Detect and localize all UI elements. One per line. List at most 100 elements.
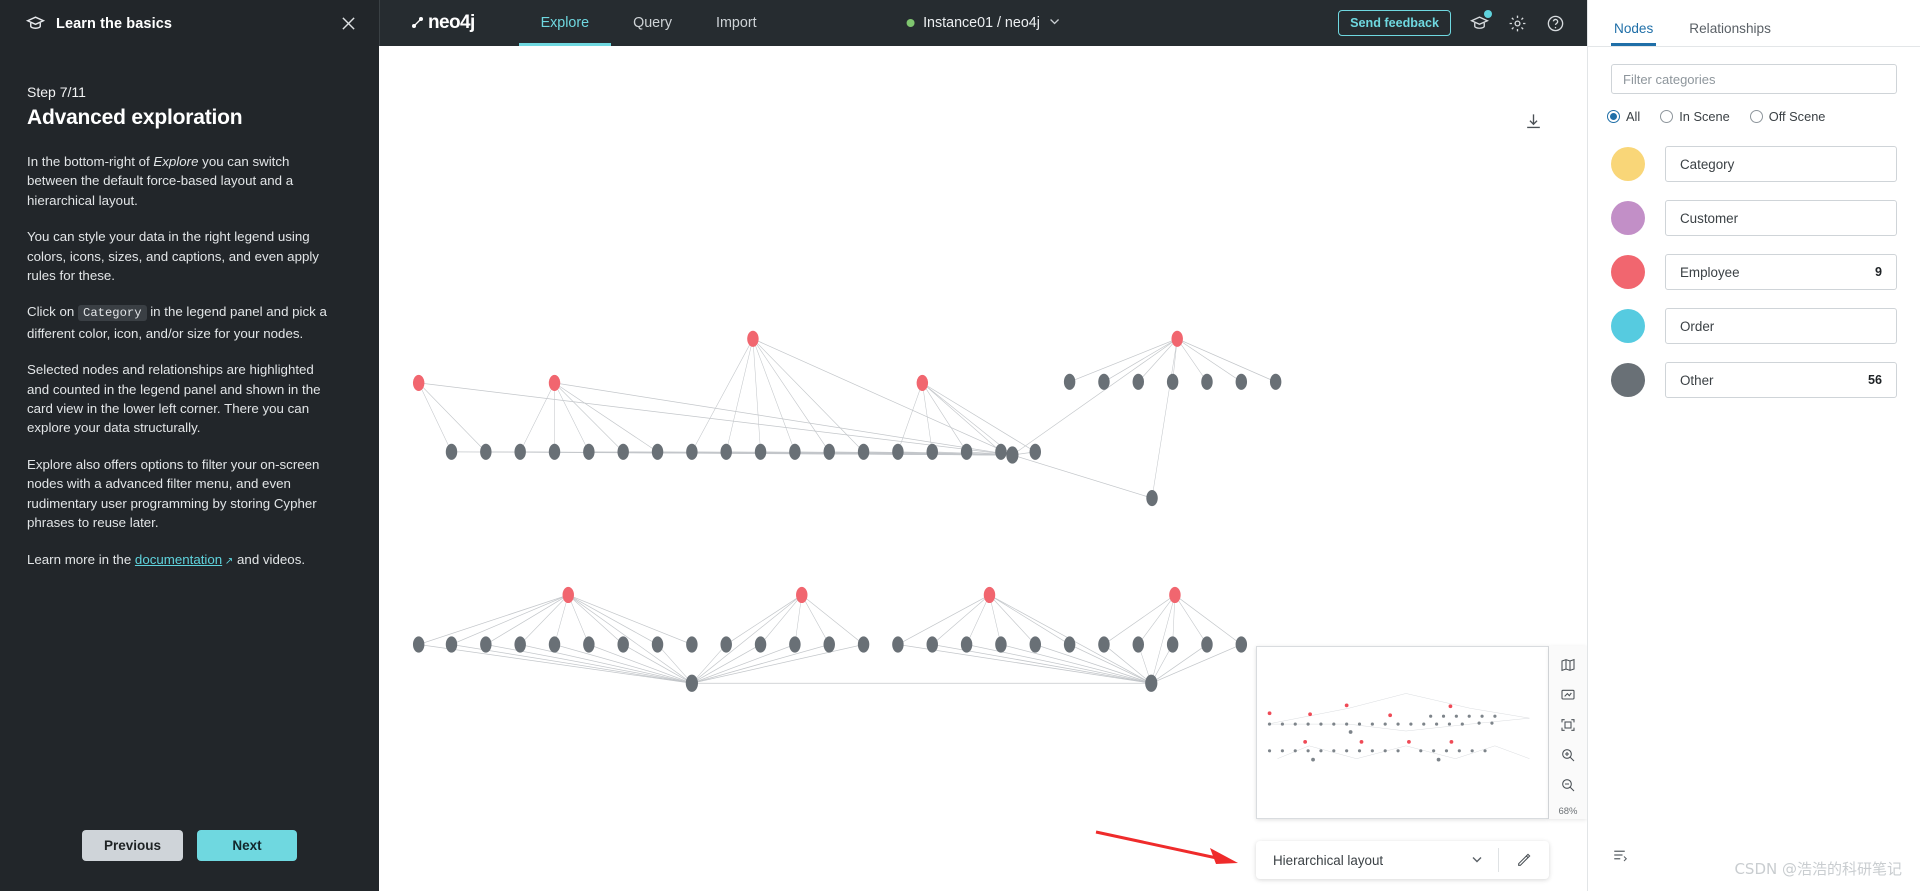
radio-option-in-scene[interactable]: In Scene — [1660, 109, 1730, 124]
guide-body: Step 7/11 Advanced exploration In the bo… — [0, 47, 379, 571]
filter-categories-input[interactable] — [1611, 64, 1897, 94]
list-item: Category — [1588, 146, 1920, 182]
next-button[interactable]: Next — [197, 829, 298, 861]
zoom-in-icon[interactable] — [1557, 744, 1579, 766]
top-right-actions: Send feedback — [1338, 10, 1587, 36]
nav-links: Explore Query Import — [519, 0, 779, 46]
documentation-link[interactable]: documentation — [135, 552, 222, 567]
graduation-cap-icon — [26, 14, 45, 33]
close-icon[interactable] — [339, 15, 357, 33]
app-root: Learn the basics Step 7/11 Advanced expl… — [0, 0, 1920, 891]
sort-lines-icon[interactable] — [1612, 846, 1630, 869]
category-name: Customer — [1680, 210, 1739, 226]
category-button[interactable]: Category — [1665, 146, 1897, 182]
zoom-out-icon[interactable] — [1557, 774, 1579, 796]
category-list: Category Customer Employee 9 Order Other… — [1588, 146, 1920, 416]
instance-selector[interactable]: Instance01 / neo4j — [906, 15, 1061, 31]
guide-paragraph-5: Explore also offers options to filter yo… — [27, 456, 320, 531]
category-color-swatch[interactable] — [1611, 309, 1645, 343]
layout-control-bar: Hierarchical layout — [1256, 841, 1549, 879]
top-navigation: neo4j Explore Query Import Instance01 / … — [379, 0, 1587, 46]
radio-all-label: All — [1626, 109, 1641, 124]
learn-basics-panel: Learn the basics Step 7/11 Advanced expl… — [0, 0, 379, 891]
category-name: Order — [1680, 318, 1715, 334]
main-area: neo4j Explore Query Import Instance01 / … — [379, 0, 1587, 891]
instance-label: Instance01 / neo4j — [923, 15, 1040, 31]
instance-status-dot — [906, 19, 915, 27]
minimap-preview — [1267, 693, 1530, 762]
map-icon[interactable] — [1557, 654, 1579, 676]
guide-footer: Previous Next — [0, 799, 379, 891]
legend-tabs: Nodes Relationships — [1588, 0, 1920, 47]
list-item: Customer — [1588, 200, 1920, 236]
category-button[interactable]: Customer — [1665, 200, 1897, 236]
category-name: Category — [1680, 156, 1735, 172]
category-color-swatch[interactable] — [1611, 363, 1645, 397]
previous-button[interactable]: Previous — [81, 829, 184, 861]
gear-icon[interactable] — [1507, 13, 1527, 33]
category-color-swatch[interactable] — [1611, 255, 1645, 289]
tab-nodes[interactable]: Nodes — [1611, 21, 1656, 46]
nav-tab-import[interactable]: Import — [694, 0, 779, 46]
guide-paragraph-1: In the bottom-right of Explore you can s… — [27, 152, 327, 210]
category-color-swatch[interactable] — [1611, 147, 1645, 181]
guide-title: Learn the basics — [56, 15, 173, 32]
tab-relationships[interactable]: Relationships — [1686, 21, 1774, 46]
guide-header: Learn the basics — [0, 0, 379, 47]
category-color-swatch[interactable] — [1611, 201, 1645, 235]
chevron-down-icon — [1470, 852, 1484, 869]
radio-off-scene-label: Off Scene — [1768, 109, 1826, 124]
graduation-cap-icon[interactable] — [1469, 10, 1492, 33]
nav-tab-explore[interactable]: Explore — [519, 0, 611, 46]
category-button[interactable]: Other 56 — [1665, 362, 1897, 398]
chevron-down-icon — [1049, 15, 1061, 31]
radio-all-icon — [1607, 110, 1620, 123]
zoom-level-label: 68% — [1558, 806, 1578, 817]
category-count: 56 — [1867, 373, 1882, 387]
send-feedback-button[interactable]: Send feedback — [1338, 10, 1451, 36]
radio-off-scene-icon — [1749, 110, 1763, 123]
radio-in-scene-label: In Scene — [1679, 109, 1730, 124]
category-button[interactable]: Order — [1665, 308, 1897, 344]
select-frame-icon[interactable] — [1557, 714, 1579, 736]
pencil-icon[interactable] — [1499, 852, 1549, 868]
annotation-arrow — [1095, 830, 1238, 864]
radio-option-off-scene[interactable]: Off Scene — [1749, 109, 1826, 124]
category-button[interactable]: Employee 9 — [1665, 254, 1897, 290]
p6-part-b: and videos. — [233, 551, 306, 567]
guide-paragraph-3: Click on Category in the legend panel an… — [27, 302, 327, 343]
list-item: Order — [1588, 308, 1920, 344]
p1-part-a: In the bottom-right of — [27, 154, 154, 169]
fit-to-screen-icon[interactable] — [1557, 684, 1579, 706]
nav-tab-query[interactable]: Query — [611, 0, 694, 46]
notification-badge — [1484, 10, 1492, 18]
graph-canvas[interactable]: 68% Hierarchical layout — [379, 46, 1587, 891]
category-count: 9 — [1874, 265, 1882, 279]
radio-in-scene-icon — [1660, 110, 1674, 123]
help-icon[interactable] — [1545, 13, 1565, 33]
p1-emphasis: Explore — [153, 154, 199, 169]
watermark: CSDN @浩浩的科研笔记 — [1734, 860, 1902, 878]
radio-option-all[interactable]: All — [1607, 109, 1640, 124]
guide-paragraph-6: Learn more in the documentation ↗ and vi… — [27, 550, 327, 571]
step-title: Advanced exploration — [27, 106, 243, 129]
neo4j-logo: neo4j — [410, 12, 475, 34]
guide-paragraph-4: Selected nodes and relationships are hig… — [27, 362, 321, 436]
p3-part-a: Click on — [27, 304, 78, 320]
filter-container — [1611, 64, 1897, 94]
external-link-icon: ↗ — [222, 555, 234, 567]
minimap-toolbar: 68% — [1549, 646, 1587, 819]
list-item: Other 56 — [1588, 362, 1920, 398]
category-name: Employee — [1680, 264, 1740, 280]
legend-panel: Nodes Relationships All In Scene Off Sce… — [1587, 0, 1920, 891]
minimap[interactable] — [1256, 646, 1549, 819]
step-label: Step 7/11 — [27, 84, 86, 100]
logo-text: neo4j — [428, 12, 475, 33]
guide-paragraph-2: You can style your data in the right leg… — [27, 229, 319, 284]
category-name: Other — [1680, 372, 1714, 388]
layout-selected-value: Hierarchical layout — [1273, 852, 1384, 868]
p6-part-a: Learn more in the — [27, 551, 135, 567]
category-code-chip: Category — [78, 305, 147, 322]
list-item: Employee 9 — [1588, 254, 1920, 290]
layout-dropdown[interactable]: Hierarchical layout — [1256, 841, 1498, 879]
